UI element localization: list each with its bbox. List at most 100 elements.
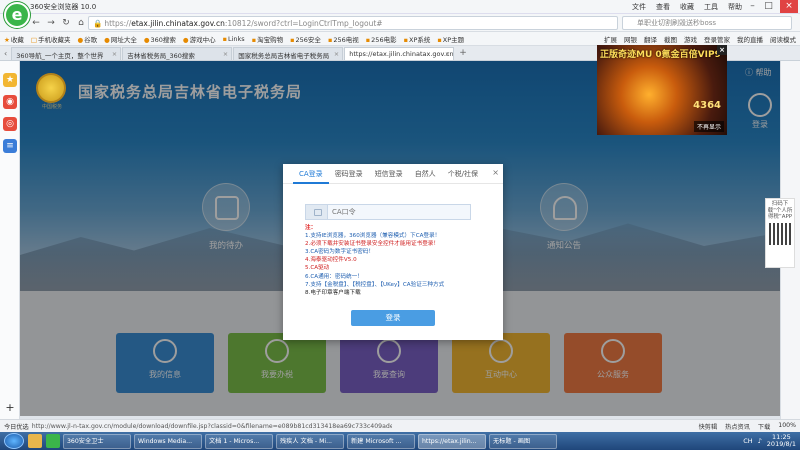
tax-emblem-icon <box>36 73 66 103</box>
bookmark-item[interactable]: ▪256电影 <box>366 34 397 44</box>
tab-individual-tax[interactable]: 个税/社保 <box>442 164 484 184</box>
lock-icon <box>306 205 328 219</box>
toolbar-reader-mode[interactable]: 阅读模式 <box>770 34 796 44</box>
taskbar-item[interactable]: 无标题 - 画图 <box>489 433 557 449</box>
close-icon[interactable]: × <box>780 0 798 13</box>
forward-icon[interactable]: → <box>45 17 57 29</box>
tab-item[interactable]: 360导航_一个主页，整个世界 × <box>11 47 122 60</box>
close-tab-icon[interactable]: × <box>223 50 228 58</box>
status-hot-news[interactable]: 热点资讯 <box>725 422 750 431</box>
toolbar-translate[interactable]: 翻译 <box>644 34 657 44</box>
tab-ca-login[interactable]: CA登录 <box>293 164 329 184</box>
back-icon[interactable]: ← <box>30 17 42 29</box>
home-icon[interactable]: ⌂ <box>75 17 87 29</box>
ca-password-input[interactable] <box>332 207 462 217</box>
star-icon[interactable]: ★ <box>3 73 17 87</box>
address-bar: ← → ↻ ⌂ 🔒 https:// etax.jilin.chinatax.g… <box>0 14 800 32</box>
toolbar-screenshot[interactable]: 截图 <box>664 34 677 44</box>
taskbar-item[interactable]: Windows Media... <box>134 433 202 449</box>
toolbar-games[interactable]: 游戏 <box>684 34 697 44</box>
toolbar-bank[interactable]: 网银 <box>624 34 637 44</box>
taskbar-item-active[interactable]: https://etax.jilin... <box>418 433 486 449</box>
menu-help[interactable]: 帮助 <box>728 2 742 12</box>
bookmark-item[interactable]: ▪256安全 <box>290 34 321 44</box>
maximize-icon[interactable]: □ <box>762 0 775 13</box>
status-download[interactable]: 下载 <box>758 422 770 431</box>
bookmark-item[interactable]: ▪XP主题 <box>437 34 464 44</box>
status-zoom[interactable]: 100% <box>778 422 796 431</box>
menu-favorites[interactable]: 收藏 <box>680 2 694 12</box>
tab-item-active[interactable]: https://etax.jilin.chinatax.gov.cn × <box>344 47 455 60</box>
browser-logo-icon[interactable]: e <box>4 2 30 28</box>
note-item[interactable]: 2.必须下载并安装证书登录安全控件才能用证书登录！ <box>305 240 495 248</box>
minimize-icon[interactable]: – <box>746 0 759 13</box>
tab-item[interactable]: 国家税务总局吉林省电子税务局 × <box>233 47 344 60</box>
clock-date: 2019/8/1 <box>766 440 796 448</box>
bookmark-item[interactable]: ★收藏 <box>4 34 24 44</box>
close-icon[interactable]: × <box>492 168 499 177</box>
tab-natural-person[interactable]: 自然人 <box>409 164 442 184</box>
ad-close-icon[interactable]: × <box>717 45 727 55</box>
close-tab-icon[interactable]: × <box>112 50 117 58</box>
note-item: 6.CA通用：密码统一！ <box>305 273 363 280</box>
status-quick-clip[interactable]: 快剪辑 <box>699 422 718 431</box>
bookmark-item[interactable]: ●游戏中心 <box>183 34 216 44</box>
note-item[interactable]: 4.海泰驱动控件V5.0 <box>305 256 495 264</box>
bookmark-item[interactable]: □手机收藏夹 <box>31 34 71 44</box>
note-item: 1.支持IE浏览器，360浏览器（兼容模式）下CA登录！ <box>305 233 441 240</box>
ca-password-field[interactable] <box>305 204 471 220</box>
tab-password-login[interactable]: 密码登录 <box>329 164 369 184</box>
taskbar-item[interactable]: 残疾人 文档 - Mi... <box>276 433 344 449</box>
ad-no-show-button[interactable]: 不再显示 <box>693 121 724 132</box>
close-tab-icon[interactable]: × <box>445 50 450 58</box>
menu-view[interactable]: 查看 <box>656 2 670 12</box>
bookmark-item[interactable]: ●360搜索 <box>144 34 176 44</box>
today-picks[interactable]: 今日优选 <box>4 422 29 431</box>
browser-quick-icon[interactable] <box>46 434 60 448</box>
status-bar: 今日优选 http://www.jl-n-tax.gov.cn/module/d… <box>0 419 800 432</box>
bookmark-item[interactable]: ●网址大全 <box>104 34 137 44</box>
volume-icon[interactable]: ♪ <box>758 437 762 445</box>
ad-title: 正版奇迹MU 0氪金百倍VIP9 <box>600 50 721 60</box>
start-button[interactable] <box>4 433 24 449</box>
weibo-icon[interactable]: ◉ <box>3 95 17 109</box>
toolbar-extensions[interactable]: 扩展 <box>604 34 617 44</box>
menu-file[interactable]: 文件 <box>632 2 646 12</box>
toolbar-login-manager[interactable]: 登录管家 <box>704 34 730 44</box>
app-qr-panel[interactable]: 扫码下载“个人所得税”APP <box>765 198 795 268</box>
note-item[interactable]: 8.电子印章客户端下载 <box>305 289 495 297</box>
game-ad-popup[interactable]: 正版奇迹MU 0氪金百倍VIP9 4364 × 不再显示 <box>597 45 727 135</box>
menu-tools[interactable]: 工具 <box>704 2 718 12</box>
target-icon[interactable]: ◎ <box>3 117 17 131</box>
close-tab-icon[interactable]: × <box>334 50 339 58</box>
tab-item[interactable]: 吉林省税务局_360搜索 × <box>122 47 233 60</box>
news-icon[interactable]: ≡ <box>3 139 17 153</box>
new-tab-icon[interactable]: + <box>459 48 467 58</box>
bookmarks-bar: ★收藏 □手机收藏夹 ●谷歌 ●网址大全 ●360搜索 ●游戏中心 ▪Links… <box>0 32 800 46</box>
explorer-icon[interactable] <box>28 434 42 448</box>
refresh-icon[interactable]: ↻ <box>60 17 72 29</box>
taskbar-item[interactable]: 360安全卫士 <box>63 433 131 449</box>
note-item: 7.支持【金税盘】、【税控盘】、【UKey】CA验证三种方式 <box>305 281 445 288</box>
tab-list-icon[interactable]: ‹ <box>4 49 7 58</box>
add-icon[interactable]: + <box>3 401 17 415</box>
taskbar-item[interactable]: 新建 Microsoft ... <box>347 433 415 449</box>
language-indicator[interactable]: CH <box>743 437 752 445</box>
taskbar-item[interactable]: 文档 1 - Micros... <box>205 433 273 449</box>
login-dialog: CA登录 密码登录 短信登录 自然人 个税/社保 × 注： 1.支持IE浏览器，… <box>283 164 503 340</box>
bookmark-item[interactable]: ▪Links <box>223 35 245 43</box>
toolbar-live[interactable]: 我的直播 <box>737 34 763 44</box>
url-input[interactable]: 🔒 https:// etax.jilin.chinatax.gov.cn :1… <box>88 16 618 30</box>
search-input[interactable]: 单职业切割刷毁送秒boss <box>622 16 792 30</box>
qr-caption: 扫码下载“个人所得税”APP <box>767 201 793 220</box>
qr-code-icon <box>769 222 791 245</box>
bookmark-item[interactable]: ▪XP系统 <box>404 34 431 44</box>
login-button[interactable]: 登录 <box>351 310 435 326</box>
window-title: 360安全浏览器 10.0 <box>30 2 97 11</box>
bookmark-item[interactable]: ▪256电视 <box>328 34 359 44</box>
clock[interactable]: 11:25 2019/8/1 <box>767 434 796 448</box>
tab-sms-login[interactable]: 短信登录 <box>369 164 409 184</box>
note-item[interactable]: 5.CA驱动 <box>305 264 495 272</box>
bookmark-item[interactable]: ▪淘宝购物 <box>252 34 283 44</box>
bookmark-item[interactable]: ●谷歌 <box>77 34 97 44</box>
